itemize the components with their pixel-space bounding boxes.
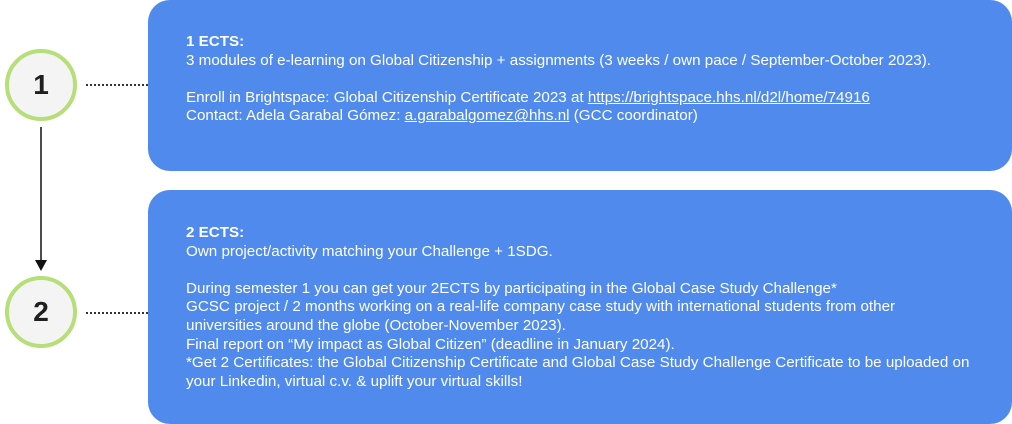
step-1-card: 1 ECTS: 3 modules of e-learning on Globa… xyxy=(148,0,1012,171)
step-1-contact-line: Contact: Adela Garabal Gómez: a.garabalg… xyxy=(186,107,974,126)
step-1-description: 3 modules of e-learning on Global Citize… xyxy=(186,51,932,69)
step-2-card: 2 ECTS: Own project/activity matching yo… xyxy=(148,190,1012,424)
step-2-heading: 2 ECTS: xyxy=(186,224,245,241)
step-2-line-gcsc-project: GCSC project / 2 months working on a rea… xyxy=(186,298,896,334)
step-2-dotted-connector xyxy=(86,312,148,314)
step-1-circle: 1 xyxy=(5,49,77,121)
step-1-contact-role: (GCC coordinator) xyxy=(569,107,698,125)
coordinator-email-link[interactable]: a.garabalgomez@hhs.nl xyxy=(405,107,570,124)
step-2-number: 2 xyxy=(33,296,49,327)
step-2-description: Own project/activity matching your Chall… xyxy=(186,242,553,260)
step-2-line-certificates: *Get 2 Certificates: the Global Citizens… xyxy=(186,354,970,390)
step-2-line-final-report: Final report on “My impact as Global Cit… xyxy=(186,335,675,353)
brightspace-link[interactable]: https://brightspace.hhs.nl/d2l/home/7491… xyxy=(588,89,870,106)
step-1-enroll-line: Enroll in Brightspace: Global Citizenshi… xyxy=(186,89,974,108)
step-1-dotted-connector xyxy=(86,84,148,86)
step-1-number: 1 xyxy=(33,69,49,100)
step-2-circle: 2 xyxy=(5,276,77,348)
step-2-line-semester: During semester 1 you can get your 2ECTS… xyxy=(186,279,837,297)
step-1-enroll-text: Enroll in Brightspace: Global Citizenshi… xyxy=(186,88,588,106)
step-1-contact-text: Contact: Adela Garabal Gómez: xyxy=(186,107,405,125)
step-1-heading: 1 ECTS: xyxy=(186,33,245,50)
